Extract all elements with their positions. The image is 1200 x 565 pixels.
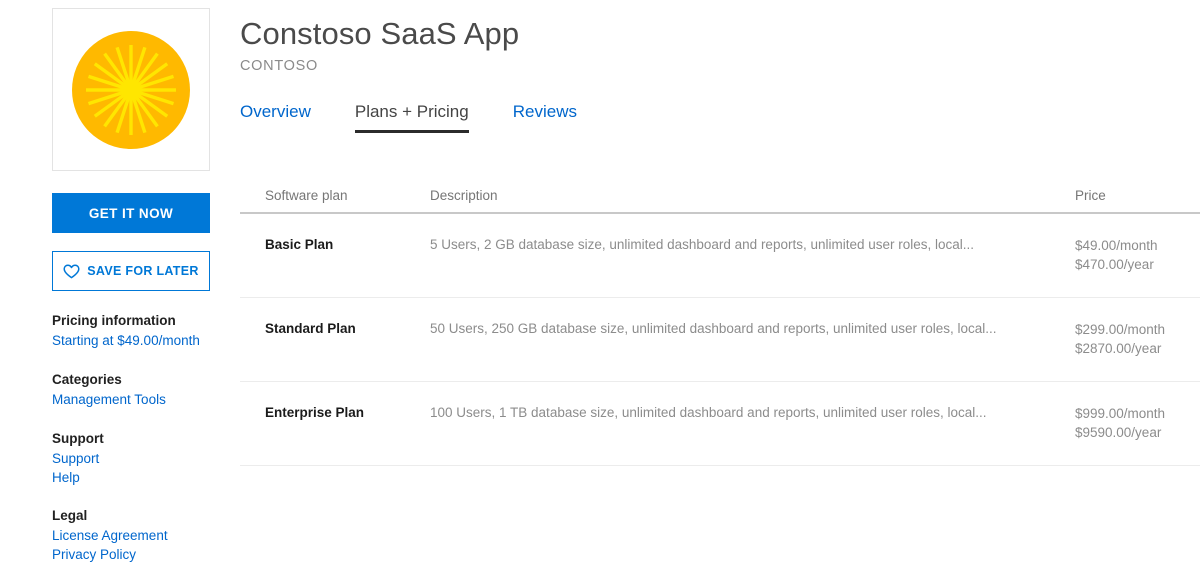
save-for-later-label: SAVE FOR LATER <box>87 264 198 278</box>
plan-name-basic: Basic Plan <box>265 236 430 254</box>
plan-price-monthly-enterprise: $999.00/month <box>1075 404 1200 423</box>
sidebar-heading-legal: Legal <box>52 506 212 525</box>
cell-plan-price: $49.00/month $470.00/year <box>1075 213 1200 298</box>
save-for-later-button[interactable]: SAVE FOR LATER <box>52 251 210 291</box>
plan-price-yearly-standard: $2870.00/year <box>1075 339 1200 358</box>
plans-table: Software plan Description Price Basic Pl… <box>240 188 1200 466</box>
cell-plan-price: $299.00/month $2870.00/year <box>1075 298 1200 382</box>
sidebar-link-management-tools[interactable]: Management Tools <box>52 390 212 409</box>
heart-icon <box>63 264 80 279</box>
get-it-now-button[interactable]: GET IT NOW <box>52 193 210 233</box>
plan-price-yearly-enterprise: $9590.00/year <box>1075 423 1200 442</box>
sidebar-heading-categories: Categories <box>52 370 212 389</box>
sunburst-icon <box>70 29 192 151</box>
sidebar-link-license-agreement[interactable]: License Agreement <box>52 526 212 545</box>
sidebar-heading-pricing-information: Pricing information <box>52 311 212 330</box>
app-logo-container <box>52 8 210 171</box>
offer-sidebar: GET IT NOW SAVE FOR LATER Pricing inform… <box>52 8 212 564</box>
offer-header: Constoso SaaS App CONTOSO <box>240 14 1180 76</box>
cell-plan-price: $999.00/month $9590.00/year <box>1075 382 1200 466</box>
sidebar-section-support: Support Support Help <box>52 429 212 487</box>
plan-price-yearly-basic: $470.00/year <box>1075 255 1200 274</box>
plan-description-enterprise: 100 Users, 1 TB database size, unlimited… <box>430 404 1075 422</box>
tab-overview[interactable]: Overview <box>240 100 333 133</box>
sidebar-heading-support: Support <box>52 429 212 448</box>
sidebar-link-privacy-policy[interactable]: Privacy Policy <box>52 545 212 564</box>
plan-name-standard: Standard Plan <box>265 320 430 338</box>
sidebar-section-legal: Legal License Agreement Privacy Policy <box>52 506 212 564</box>
offer-tabs: Overview Plans + Pricing Reviews <box>240 100 599 133</box>
column-header-software-plan: Software plan <box>240 188 430 213</box>
sidebar-section-categories: Categories Management Tools <box>52 370 212 409</box>
table-row[interactable]: Enterprise Plan 100 Users, 1 TB database… <box>240 382 1200 466</box>
table-header-row: Software plan Description Price <box>240 188 1200 213</box>
cell-plan-name: Basic Plan <box>240 213 430 298</box>
sidebar-link-starting-price[interactable]: Starting at $49.00/month <box>52 331 212 350</box>
tab-plans-pricing[interactable]: Plans + Pricing <box>333 100 491 133</box>
column-header-description: Description <box>430 188 1075 213</box>
tab-reviews[interactable]: Reviews <box>491 100 599 133</box>
column-header-price: Price <box>1075 188 1200 213</box>
table-row[interactable]: Basic Plan 5 Users, 2 GB database size, … <box>240 213 1200 298</box>
plans-table-body: Basic Plan 5 Users, 2 GB database size, … <box>240 213 1200 466</box>
cell-plan-description: 5 Users, 2 GB database size, unlimited d… <box>430 213 1075 298</box>
cell-plan-name: Enterprise Plan <box>240 382 430 466</box>
plan-price-monthly-standard: $299.00/month <box>1075 320 1200 339</box>
cell-plan-name: Standard Plan <box>240 298 430 382</box>
sidebar-link-help[interactable]: Help <box>52 468 212 487</box>
sidebar-section-pricing-information: Pricing information Starting at $49.00/m… <box>52 311 212 350</box>
publisher-name: CONTOSO <box>240 56 1180 76</box>
plan-price-monthly-basic: $49.00/month <box>1075 236 1200 255</box>
plans-pricing-panel: Software plan Description Price Basic Pl… <box>240 188 1200 466</box>
page-title: Constoso SaaS App <box>240 14 1180 54</box>
table-row[interactable]: Standard Plan 50 Users, 250 GB database … <box>240 298 1200 382</box>
plan-description-basic: 5 Users, 2 GB database size, unlimited d… <box>430 236 1075 254</box>
sidebar-link-support[interactable]: Support <box>52 449 212 468</box>
cell-plan-description: 50 Users, 250 GB database size, unlimite… <box>430 298 1075 382</box>
plans-table-header: Software plan Description Price <box>240 188 1200 213</box>
marketplace-offer-page: GET IT NOW SAVE FOR LATER Pricing inform… <box>0 0 1200 565</box>
cell-plan-description: 100 Users, 1 TB database size, unlimited… <box>430 382 1075 466</box>
plan-description-standard: 50 Users, 250 GB database size, unlimite… <box>430 320 1075 338</box>
plan-name-enterprise: Enterprise Plan <box>265 404 430 422</box>
